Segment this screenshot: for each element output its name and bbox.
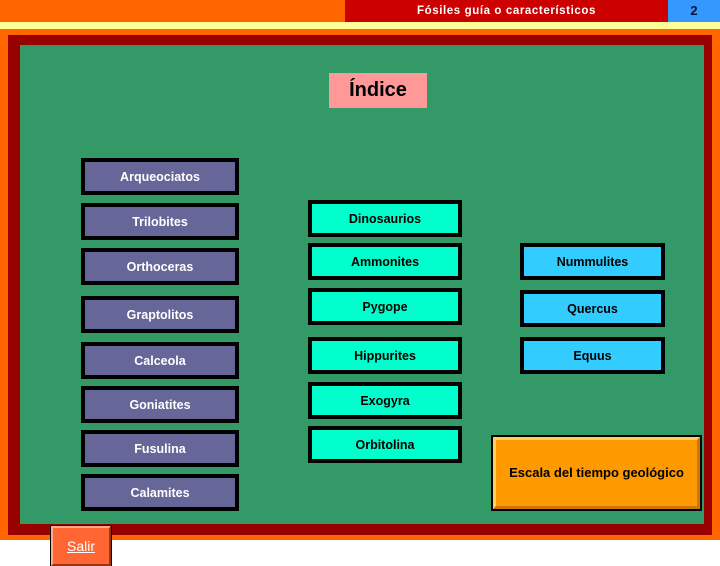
index-item-orthoceras[interactable]: Orthoceras (81, 248, 239, 285)
index-item-graptolitos[interactable]: Graptolitos (81, 296, 239, 333)
index-item-pygope[interactable]: Pygope (308, 288, 462, 325)
index-item-label: Fusulina (134, 441, 186, 456)
index-item-label: Orbitolina (355, 437, 415, 452)
index-item-quercus[interactable]: Quercus (520, 290, 665, 327)
index-item-calceola[interactable]: Calceola (81, 342, 239, 379)
index-item-label: Calamites (130, 485, 190, 500)
index-item-label: Equus (573, 348, 612, 363)
slide-canvas: Índice Arqueociatos Trilobites Orthocera… (20, 45, 704, 566)
geological-time-scale-label: Escala del tiempo geológico (509, 465, 684, 480)
index-item-dinosaurios[interactable]: Dinosaurios (308, 200, 462, 237)
index-item-trilobites[interactable]: Trilobites (81, 203, 239, 240)
index-item-label: Ammonites (350, 254, 420, 269)
page-title: Fósiles guía o característicos (416, 5, 597, 17)
index-item-label: Quercus (567, 301, 618, 316)
index-item-label: Exogyra (360, 393, 410, 408)
index-item-label: Calceola (134, 353, 186, 368)
geological-time-scale-button[interactable]: Escala del tiempo geológico (491, 435, 702, 511)
header-title-block: Fósiles guía o característicos (345, 0, 668, 22)
index-item-calamites[interactable]: Calamites (81, 474, 239, 511)
index-item-goniatites[interactable]: Goniatites (81, 386, 239, 423)
index-item-label: Arqueociatos (120, 169, 200, 184)
index-item-label: Dinosaurios (348, 211, 422, 226)
page-number-badge: 2 (668, 0, 720, 22)
header-bar: Fósiles guía o característicos 2 (0, 0, 720, 22)
index-item-label: Hippurites (354, 348, 416, 363)
index-item-orbitolina[interactable]: Orbitolina (308, 426, 462, 463)
index-item-label: Graptolitos (126, 307, 194, 322)
page-number-label: 2 (690, 3, 698, 18)
index-item-nummulites[interactable]: Nummulites (520, 243, 665, 280)
index-item-label: Trilobites (132, 214, 188, 229)
slide-frame-outer: Índice Arqueociatos Trilobites Orthocera… (0, 29, 720, 566)
index-item-exogyra[interactable]: Exogyra (308, 382, 462, 419)
exit-button[interactable]: Salir (50, 525, 112, 566)
index-item-label: Nummulites (556, 254, 629, 269)
index-item-fusulina[interactable]: Fusulina (81, 430, 239, 467)
index-item-hippurites[interactable]: Hippurites (308, 337, 462, 374)
index-item-arqueociatos[interactable]: Arqueociatos (81, 158, 239, 195)
index-item-label: Pygope (362, 299, 408, 314)
index-item-label: Goniatites (129, 397, 191, 412)
exit-button-label: Salir (66, 538, 95, 554)
index-item-ammonites[interactable]: Ammonites (308, 243, 462, 280)
index-title: Índice (329, 73, 427, 108)
index-item-equus[interactable]: Equus (520, 337, 665, 374)
index-item-label: Orthoceras (126, 259, 194, 274)
slide-frame-inner: Índice Arqueociatos Trilobites Orthocera… (8, 35, 712, 566)
header-accent-strip (0, 22, 720, 29)
